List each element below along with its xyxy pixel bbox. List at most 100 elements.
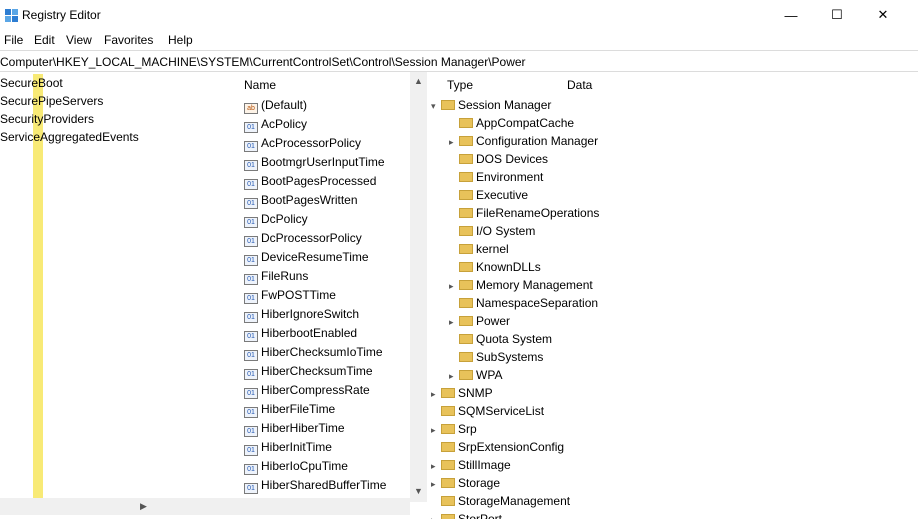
- folder-icon: [459, 316, 473, 326]
- tree-item[interactable]: ▸ StorPort: [431, 512, 502, 519]
- chevron-right-icon[interactable]: ▸: [431, 425, 441, 436]
- value-row[interactable]: ab (Default): [244, 98, 307, 117]
- chevron-right-icon[interactable]: ▸: [431, 461, 441, 472]
- value-row[interactable]: 01 BootPagesProcessed: [244, 174, 376, 193]
- tree-item[interactable]: ServiceAggregatedEvents: [0, 130, 139, 144]
- value-row[interactable]: 01 BootmgrUserInputTime: [244, 155, 385, 174]
- folder-icon: [459, 190, 473, 200]
- menu-help[interactable]: Help: [168, 33, 193, 47]
- tree-item[interactable]: DOS Devices: [449, 152, 548, 166]
- tree-item[interactable]: ▸ WPA: [449, 368, 502, 382]
- tree-item[interactable]: Environment: [449, 170, 543, 184]
- tree-item[interactable]: AppCompatCache: [449, 116, 574, 130]
- binary-value-icon: 01: [244, 141, 258, 152]
- key-tree-pane[interactable]: Type Data ▾ Session Manager AppCompatCache…: [427, 72, 918, 519]
- value-row[interactable]: 01 DcProcessorPolicy: [244, 231, 362, 250]
- folder-icon: [459, 208, 473, 218]
- menu-favorites[interactable]: Favorites: [104, 33, 153, 47]
- tree-item[interactable]: NamespaceSeparation: [449, 296, 598, 310]
- folder-icon: [459, 172, 473, 182]
- chevron-right-icon[interactable]: ▸: [431, 389, 441, 400]
- tree-item[interactable]: Executive: [449, 188, 528, 202]
- tree-item[interactable]: kernel: [449, 242, 509, 256]
- chevron-down-icon[interactable]: ▾: [431, 101, 441, 112]
- tree-item[interactable]: ▸ SNMP: [431, 386, 493, 400]
- address-bar[interactable]: Computer\HKEY_LOCAL_MACHINE\SYSTEM\Curre…: [0, 50, 918, 72]
- chevron-right-icon[interactable]: ▸: [431, 515, 441, 519]
- tree-item[interactable]: SQMServiceList: [431, 404, 544, 418]
- tree-item[interactable]: SubSystems: [449, 350, 543, 364]
- binary-value-icon: 01: [244, 122, 258, 133]
- tree-item[interactable]: SecureBoot: [0, 76, 63, 90]
- value-row[interactable]: 01 HiberIoCpuTime: [244, 459, 348, 478]
- address-path[interactable]: Computer\HKEY_LOCAL_MACHINE\SYSTEM\Curre…: [0, 55, 526, 69]
- chevron-right-icon[interactable]: ▸: [449, 281, 459, 292]
- value-row[interactable]: 01 BootPagesWritten: [244, 193, 358, 212]
- column-header-type[interactable]: Type: [447, 78, 473, 92]
- menu-file[interactable]: File: [4, 33, 23, 47]
- binary-value-icon: 01: [244, 426, 258, 437]
- value-row[interactable]: 01 HiberHiberTime: [244, 421, 345, 440]
- value-row[interactable]: 01 AcProcessorPolicy: [244, 136, 361, 155]
- tree-item[interactable]: KnownDLLs: [449, 260, 541, 274]
- tree-item[interactable]: ▾ Session Manager: [431, 98, 551, 112]
- folder-icon: [441, 478, 455, 488]
- column-header-data[interactable]: Data: [567, 78, 592, 92]
- chevron-right-icon[interactable]: ▸: [431, 479, 441, 490]
- value-row[interactable]: 01 HiberChecksumTime: [244, 364, 373, 383]
- tree-item[interactable]: ▸ Storage: [431, 476, 500, 490]
- values-horizontal-scrollbar[interactable]: ▶: [0, 498, 410, 515]
- column-header-name[interactable]: Name: [244, 78, 276, 92]
- value-row[interactable]: 01 HiberIgnoreSwitch: [244, 307, 359, 326]
- value-row[interactable]: 01 DcPolicy: [244, 212, 308, 231]
- scroll-up-icon[interactable]: ▲: [414, 76, 423, 86]
- binary-value-icon: 01: [244, 236, 258, 247]
- menu-view[interactable]: View: [66, 33, 92, 47]
- tree-item[interactable]: FileRenameOperations: [449, 206, 599, 220]
- tree-item[interactable]: ▸ Power: [449, 314, 510, 328]
- tree-item[interactable]: StorageManagement: [431, 494, 570, 508]
- chevron-right-icon[interactable]: ▸: [449, 371, 459, 382]
- tree-item[interactable]: ▸ Configuration Manager: [449, 134, 598, 148]
- folder-icon: [441, 100, 455, 110]
- tree-item[interactable]: I/O System: [449, 224, 535, 238]
- value-row[interactable]: 01 AcPolicy: [244, 117, 307, 136]
- value-name: BootPagesWritten: [261, 193, 358, 207]
- value-row[interactable]: 01 HiberSharedBufferTime: [244, 478, 386, 497]
- tree-item[interactable]: SecurePipeServers: [0, 94, 103, 108]
- chevron-right-icon[interactable]: ▸: [449, 137, 459, 148]
- value-row[interactable]: 01 FwPOSTTime: [244, 288, 336, 307]
- values-list-pane[interactable]: Name ab (Default) 01 AcPolicy 01 AcProcessorP…: [240, 72, 410, 519]
- tree-item[interactable]: SecurityProviders: [0, 112, 94, 126]
- binary-value-icon: 01: [244, 160, 258, 171]
- value-row[interactable]: 01 HiberInitTime: [244, 440, 332, 459]
- chevron-right-icon[interactable]: ▸: [449, 317, 459, 328]
- value-row[interactable]: 01 DeviceResumeTime: [244, 250, 369, 269]
- binary-value-icon: 01: [244, 331, 258, 342]
- value-name: DeviceResumeTime: [261, 250, 369, 264]
- value-row[interactable]: 01 HiberChecksumIoTime: [244, 345, 383, 364]
- value-name: AcPolicy: [261, 117, 308, 131]
- binary-value-icon: 01: [244, 293, 258, 304]
- key-tree-pane-left[interactable]: SecureBoot SecurePipeServers SecurityPro…: [0, 72, 240, 519]
- tree-item[interactable]: SrpExtensionConfig: [431, 440, 564, 454]
- close-button[interactable]: ✕: [860, 0, 906, 30]
- tree-item-label: SrpExtensionConfig: [458, 440, 565, 454]
- maximize-button[interactable]: ☐: [814, 0, 860, 30]
- folder-icon: [459, 334, 473, 344]
- value-row[interactable]: 01 HiberFileTime: [244, 402, 335, 421]
- value-row[interactable]: 01 FileRuns: [244, 269, 308, 288]
- tree-item[interactable]: Quota System: [449, 332, 552, 346]
- minimize-button[interactable]: —: [768, 0, 814, 30]
- value-row[interactable]: 01 HiberCompressRate: [244, 383, 370, 402]
- scroll-right-icon[interactable]: ▶: [140, 501, 147, 512]
- values-vertical-scrollbar[interactable]: ▲ ▼: [410, 72, 427, 502]
- tree-item[interactable]: ▸ Memory Management: [449, 278, 593, 292]
- window-title: Registry Editor: [22, 8, 101, 22]
- scroll-down-icon[interactable]: ▼: [414, 486, 423, 496]
- menu-edit[interactable]: Edit: [34, 33, 55, 47]
- tree-item[interactable]: ▸ StillImage: [431, 458, 511, 472]
- tree-item-label: I/O System: [476, 224, 536, 238]
- tree-item[interactable]: ▸ Srp: [431, 422, 477, 436]
- value-row[interactable]: 01 HiberbootEnabled: [244, 326, 357, 345]
